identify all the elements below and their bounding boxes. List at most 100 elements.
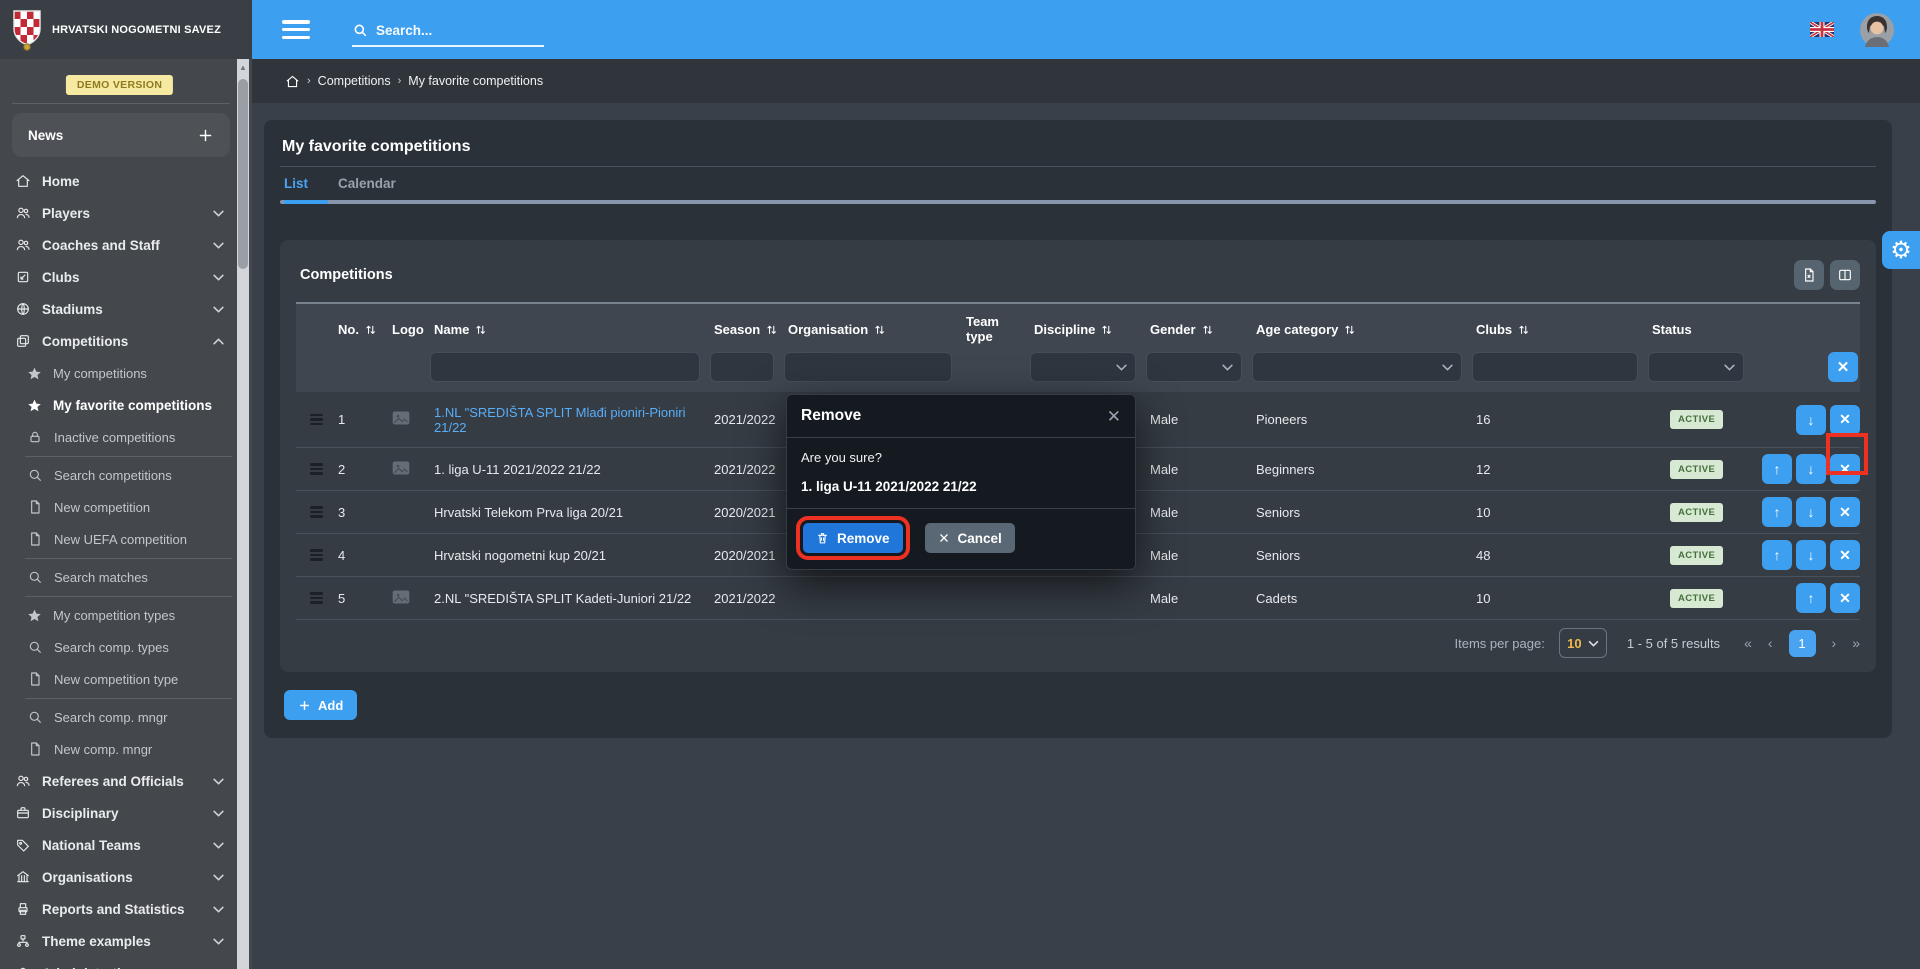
global-search — [352, 22, 544, 47]
modal-remove-button[interactable]: Remove — [803, 523, 903, 553]
move-up-button[interactable]: ↑ — [1796, 583, 1826, 613]
sort-icon — [364, 323, 377, 336]
sidebar-item-organisations[interactable]: Organisations — [0, 861, 238, 893]
sidebar-item-search-matches[interactable]: Search matches — [0, 561, 238, 593]
next-page-button[interactable]: › — [1832, 635, 1837, 651]
copy-icon — [15, 333, 31, 349]
hamburger-icon[interactable] — [282, 20, 310, 39]
sidebar-item-stadiums[interactable]: Stadiums — [0, 293, 238, 325]
column-header-clubs[interactable]: Clubs — [1470, 320, 1646, 339]
sidebar-item-reports-and-statistics[interactable]: Reports and Statistics — [0, 893, 238, 925]
drag-handle[interactable] — [296, 502, 332, 522]
age-category-filter — [1250, 352, 1470, 382]
age-category-filter-select[interactable] — [1252, 352, 1462, 382]
settings-gear-button[interactable]: ⚙ — [1882, 231, 1920, 269]
sidebar-item-new-competition-type[interactable]: New competition type — [0, 663, 238, 695]
remove-favorite-button[interactable]: ✕ — [1830, 540, 1860, 570]
tab-list[interactable]: List — [284, 176, 308, 200]
move-down-button[interactable]: ↓ — [1796, 497, 1826, 527]
add-button[interactable]: Add — [284, 690, 357, 720]
column-header-no[interactable]: No. — [332, 320, 386, 339]
home-icon[interactable] — [285, 74, 300, 89]
move-up-button[interactable]: ↑ — [1762, 540, 1792, 570]
sidebar-item-new-competition[interactable]: New competition — [0, 491, 238, 523]
sidebar-item-new-uefa-competition[interactable]: New UEFA competition — [0, 523, 238, 555]
column-header-season[interactable]: Season — [708, 320, 782, 339]
status-filter-select[interactable] — [1648, 352, 1744, 382]
drag-handle[interactable] — [296, 459, 332, 479]
sidebar-scrollbar[interactable]: ▲ — [237, 59, 249, 969]
name-filter-input[interactable] — [430, 352, 700, 382]
sidebar-item-search-comp-mngr[interactable]: Search comp. mngr — [0, 701, 238, 733]
sidebar-item-my-competitions[interactable]: My competitions — [0, 357, 238, 389]
discipline-filter-select[interactable] — [1030, 352, 1136, 382]
column-header-organisation[interactable]: Organisation — [782, 320, 960, 339]
last-page-button[interactable]: » — [1852, 635, 1860, 651]
user-avatar[interactable] — [1860, 13, 1894, 47]
drag-handle[interactable] — [296, 410, 332, 430]
sidebar-item-new-comp-mngr[interactable]: New comp. mngr — [0, 733, 238, 765]
status-cell: ACTIVE — [1646, 456, 1752, 483]
clubs-filter-input[interactable] — [1472, 352, 1638, 382]
sidebar-item-theme-examples[interactable]: Theme examples — [0, 925, 238, 957]
sidebar-item-coaches-and-staff[interactable]: Coaches and Staff — [0, 229, 238, 261]
uk-flag-icon[interactable] — [1810, 22, 1834, 37]
competition-name: Hrvatski Telekom Prva liga 20/21 — [428, 501, 708, 524]
sidebar-item-players[interactable]: Players — [0, 197, 238, 229]
file-export-icon — [1801, 267, 1817, 283]
remove-favorite-button[interactable]: ✕ — [1830, 405, 1860, 435]
sidebar-item-clubs[interactable]: Clubs — [0, 261, 238, 293]
first-page-button[interactable]: « — [1744, 635, 1752, 651]
sidebar-item-my-favorite-competitions[interactable]: My favorite competitions — [0, 389, 238, 421]
columns-button[interactable] — [1830, 260, 1860, 290]
move-up-button[interactable]: ↑ — [1762, 497, 1792, 527]
column-header-age-category[interactable]: Age category — [1250, 320, 1470, 339]
sidebar-item-national-teams[interactable]: National Teams — [0, 829, 238, 861]
drag-handle[interactable] — [296, 588, 332, 608]
status-filter — [1646, 352, 1752, 382]
move-down-button[interactable]: ↓ — [1796, 405, 1826, 435]
column-header-discipline[interactable]: Discipline — [1028, 320, 1144, 339]
sidebar-item-label: Competitions — [42, 334, 128, 349]
sidebar-item-search-competitions[interactable]: Search competitions — [0, 459, 238, 491]
age-category-cell: Cadets — [1250, 587, 1470, 610]
competition-name-link[interactable]: 1.NL "SREDIŠTA SPLIT Mlađi pioniri-Pioni… — [428, 401, 708, 439]
sidebar-nav: HomePlayers Coaches and Staff ClubsStadium… — [0, 165, 238, 969]
column-header-gender[interactable]: Gender — [1144, 320, 1250, 339]
organisation-filter-input[interactable] — [784, 352, 952, 382]
sidebar-item-home[interactable]: Home — [0, 165, 238, 197]
drag-handle[interactable] — [296, 545, 332, 565]
sidebar-item-label: Coaches and Staff — [42, 238, 160, 253]
move-down-button[interactable]: ↓ — [1796, 454, 1826, 484]
sidebar-item-referees-and-officials[interactable]: Referees and Officials — [0, 765, 238, 797]
scrollbar-up-arrow[interactable]: ▲ — [237, 63, 249, 72]
sidebar-item-search-comp-types[interactable]: Search comp. types — [0, 631, 238, 663]
season-filter-input[interactable] — [710, 352, 774, 382]
sidebar-item-my-competition-types[interactable]: My competition types — [0, 599, 238, 631]
remove-favorite-button[interactable]: ✕ — [1830, 497, 1860, 527]
column-header-name[interactable]: Name — [428, 320, 708, 339]
tab-calendar[interactable]: Calendar — [338, 176, 396, 200]
page-1-button[interactable]: 1 — [1789, 630, 1816, 657]
prev-page-button[interactable]: ‹ — [1768, 635, 1773, 651]
sidebar-news-button[interactable]: News — [12, 113, 230, 157]
modal-cancel-button[interactable]: Cancel — [925, 523, 1015, 553]
move-down-button[interactable]: ↓ — [1796, 540, 1826, 570]
gender-filter-select[interactable] — [1146, 352, 1242, 382]
search-input[interactable] — [376, 23, 526, 38]
scrollbar-thumb[interactable] — [238, 79, 248, 269]
sidebar-item-disciplinary[interactable]: Disciplinary — [0, 797, 238, 829]
remove-favorite-button[interactable]: ✕ — [1830, 454, 1860, 484]
move-up-button[interactable]: ↑ — [1762, 454, 1792, 484]
plus-icon[interactable] — [197, 127, 214, 144]
items-per-page-select[interactable]: 10 — [1559, 628, 1607, 658]
close-icon[interactable]: ✕ — [1107, 408, 1121, 425]
sidebar-item-competitions[interactable]: Competitions — [0, 325, 238, 357]
sidebar-item-inactive-competitions[interactable]: Inactive competitions — [0, 421, 238, 453]
sidebar-item-administration[interactable]: Administration — [0, 957, 238, 969]
results-count: 1 - 5 of 5 results — [1627, 636, 1720, 651]
breadcrumb-competitions[interactable]: Competitions — [318, 74, 391, 88]
remove-favorite-button[interactable]: ✕ — [1830, 583, 1860, 613]
export-file-button[interactable] — [1794, 260, 1824, 290]
clear-filters-button[interactable]: ✕ — [1828, 352, 1858, 382]
